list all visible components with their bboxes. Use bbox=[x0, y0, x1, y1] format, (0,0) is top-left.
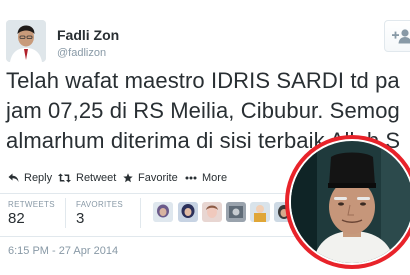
favorites-count-label: FAVORITES bbox=[76, 200, 124, 209]
favoriter-avatar[interactable] bbox=[178, 202, 198, 222]
stats-separator bbox=[65, 198, 66, 228]
retweets-count-label: RETWEETS bbox=[8, 200, 55, 209]
tweet-card: Fadli Zon @fadlizon Telah wafat maestro … bbox=[0, 0, 410, 270]
tweet-text-line: Telah wafat maestro IDRIS SARDI td pa bbox=[6, 68, 400, 93]
reply-label: Reply bbox=[24, 172, 53, 184]
more-label: More bbox=[202, 172, 228, 184]
retweet-icon bbox=[58, 173, 71, 183]
follow-button[interactable] bbox=[384, 20, 410, 52]
favoriter-avatar[interactable] bbox=[226, 202, 246, 222]
retweet-button[interactable]: Retweet bbox=[58, 172, 116, 184]
tweet-text-line: jam 07,25 di RS Meilia, Cibubur. Semog bbox=[6, 98, 400, 123]
stats-separator bbox=[140, 198, 141, 228]
retweets-count[interactable]: 82 bbox=[8, 210, 25, 227]
reply-icon bbox=[8, 173, 19, 182]
inset-portrait-photo bbox=[285, 135, 410, 270]
favorite-button[interactable]: Favorite bbox=[123, 172, 178, 184]
favoriter-avatar[interactable] bbox=[202, 202, 222, 222]
author-avatar[interactable] bbox=[6, 20, 46, 62]
more-button[interactable]: More bbox=[185, 172, 227, 184]
author-name[interactable]: Fadli Zon bbox=[57, 27, 119, 43]
reply-button[interactable]: Reply bbox=[8, 172, 52, 184]
favorites-count[interactable]: 3 bbox=[76, 210, 84, 227]
favoriter-avatar[interactable] bbox=[250, 202, 270, 222]
more-dots-icon bbox=[185, 176, 197, 180]
retweet-label: Retweet bbox=[76, 172, 117, 184]
tweet-timestamp[interactable]: 6:15 PM - 27 Apr 2014 bbox=[8, 245, 118, 257]
favorite-label: Favorite bbox=[138, 172, 178, 184]
favorite-star-icon bbox=[123, 173, 133, 183]
follow-user-plus-icon bbox=[392, 29, 410, 44]
favoriter-avatar[interactable] bbox=[153, 202, 173, 222]
author-handle[interactable]: @fadlizon bbox=[57, 47, 106, 59]
